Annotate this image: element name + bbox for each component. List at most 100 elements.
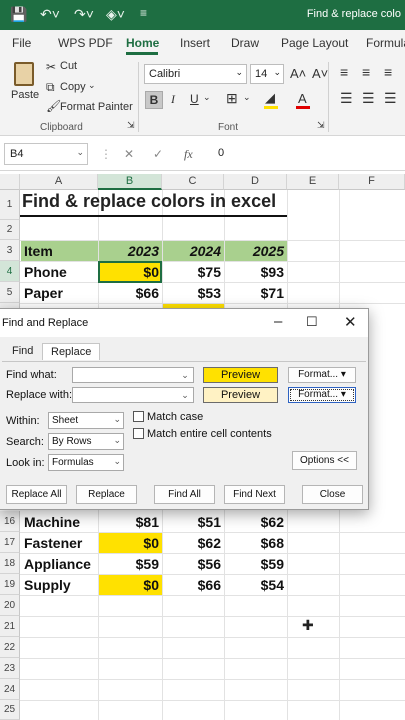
table-cell[interactable]: $62 <box>225 512 287 532</box>
tab-insert[interactable]: Insert <box>180 36 210 50</box>
customize-icon[interactable]: ≡ <box>140 6 147 20</box>
maximize-icon[interactable]: ☐ <box>306 314 318 330</box>
underline-button[interactable]: U <box>190 92 199 106</box>
cancel-icon[interactable]: ✕ <box>124 147 134 161</box>
format-painter-icon[interactable]: 🖌 <box>46 99 61 113</box>
tab-file[interactable]: File <box>12 36 31 50</box>
chevron-down-icon[interactable]: ⌄ <box>203 92 211 103</box>
name-box[interactable]: B4 ⌄ <box>4 143 88 165</box>
table-cell[interactable]: Machine <box>21 512 98 532</box>
sensitivity-icon[interactable]: ◈˅ <box>106 6 125 23</box>
table-cell[interactable]: Fastener <box>21 533 98 553</box>
font-name-box[interactable]: Calibri ⌄ <box>144 64 247 84</box>
row-header-23[interactable]: 23 <box>0 658 20 679</box>
align-middle-icon[interactable]: ≡ <box>362 64 370 80</box>
column-header-e[interactable]: E <box>287 174 339 190</box>
row-header-1[interactable]: 1 <box>0 190 20 220</box>
bold-button[interactable]: B <box>145 91 163 109</box>
insert-function-icon[interactable]: fx <box>184 147 193 162</box>
close-icon[interactable]: ✕ <box>344 313 357 331</box>
align-left-icon[interactable]: ☰ <box>340 90 353 107</box>
table-cell[interactable]: $66 <box>99 283 162 303</box>
font-launcher-icon[interactable]: ⇲ <box>317 120 325 131</box>
table-cell[interactable]: $0 <box>99 533 162 553</box>
tab-formulas[interactable]: Formula <box>366 36 405 50</box>
cut-icon[interactable]: ✂ <box>46 60 56 74</box>
tab-find[interactable]: Find <box>4 343 41 359</box>
enter-icon[interactable]: ✓ <box>153 147 163 161</box>
align-center-icon[interactable]: ☰ <box>362 90 375 107</box>
column-header-f[interactable]: F <box>339 174 405 190</box>
format-painter-button[interactable]: Format Painter <box>60 101 133 113</box>
tab-home[interactable]: Home <box>126 36 159 50</box>
find-what-input[interactable] <box>72 367 194 383</box>
search-select[interactable]: By Rows ⌄ <box>48 433 124 450</box>
paste-button[interactable]: Paste <box>11 89 39 101</box>
row-header-3[interactable]: 3 <box>0 240 20 261</box>
table-cell[interactable]: $56 <box>163 554 224 574</box>
chevron-down-icon[interactable]: ⌄ <box>178 368 192 382</box>
clipboard-launcher-icon[interactable]: ⇲ <box>127 120 135 131</box>
find-all-button[interactable]: Find All <box>154 485 215 504</box>
minimize-icon[interactable]: – <box>274 313 282 330</box>
table-cell[interactable]: Appliance <box>21 554 98 574</box>
row-header-17[interactable]: 17 <box>0 532 20 553</box>
column-header-a[interactable]: A <box>20 174 98 190</box>
tab-draw[interactable]: Draw <box>231 36 259 50</box>
tab-page-layout[interactable]: Page Layout <box>281 36 348 50</box>
replace-all-button[interactable]: Replace All <box>6 485 67 504</box>
table-cell[interactable]: $68 <box>225 533 287 553</box>
table-cell[interactable]: $59 <box>225 554 287 574</box>
shrink-font-button[interactable]: A˅ <box>312 66 328 81</box>
copy-icon[interactable]: ⧉ <box>46 80 55 95</box>
row-header-2[interactable]: 2 <box>0 220 20 240</box>
match-entire-checkbox[interactable] <box>133 428 144 439</box>
table-cell[interactable]: Supply <box>21 575 98 595</box>
align-top-icon[interactable]: ≡ <box>340 64 348 80</box>
row-header-19[interactable]: 19 <box>0 574 20 595</box>
table-cell[interactable]: $71 <box>225 283 287 303</box>
font-color-button[interactable]: A <box>298 91 307 106</box>
header-2023-cell[interactable]: 2023 <box>99 241 162 261</box>
table-cell[interactable]: Phone <box>21 262 98 282</box>
copy-button[interactable]: Copy <box>60 81 86 93</box>
tab-replace[interactable]: Replace <box>42 343 101 360</box>
column-header-b[interactable]: B <box>98 174 162 190</box>
table-cell[interactable]: $75 <box>163 262 224 282</box>
row-header-16[interactable]: 16 <box>0 511 20 532</box>
tab-wps-pdf[interactable]: WPS PDF <box>58 36 113 50</box>
table-cell[interactable]: $62 <box>163 533 224 553</box>
close-button[interactable]: Close <box>302 485 363 504</box>
cut-button[interactable]: Cut <box>60 60 77 72</box>
table-cell[interactable]: Paper <box>21 283 98 303</box>
row-header-21[interactable]: 21 <box>0 616 20 637</box>
formula-input[interactable]: 0 <box>218 147 224 159</box>
redo-icon[interactable]: ↷˅ <box>74 6 94 23</box>
table-cell[interactable]: $93 <box>225 262 287 282</box>
align-bottom-icon[interactable]: ≡ <box>384 64 392 80</box>
chevron-down-icon[interactable]: ⌄ <box>243 92 251 103</box>
table-cell[interactable]: $59 <box>99 554 162 574</box>
row-header-24[interactable]: 24 <box>0 679 20 700</box>
borders-icon[interactable]: ⊞ <box>226 90 238 107</box>
row-header-25[interactable]: 25 <box>0 700 20 720</box>
copy-dropdown-icon[interactable]: ⌄ <box>88 80 96 91</box>
find-next-button[interactable]: Find Next <box>224 485 285 504</box>
grow-font-button[interactable]: A˄ <box>290 66 306 81</box>
column-header-d[interactable]: D <box>224 174 287 190</box>
look-in-select[interactable]: Formulas ⌄ <box>48 454 124 471</box>
table-cell[interactable]: $53 <box>163 283 224 303</box>
select-all-corner[interactable] <box>0 174 20 190</box>
row-header-5[interactable]: 5 <box>0 282 20 303</box>
options-button[interactable]: Options << <box>292 451 357 470</box>
replace-button[interactable]: Replace <box>76 485 137 504</box>
column-header-c[interactable]: C <box>162 174 224 190</box>
row-header-4[interactable]: 4 <box>0 261 20 282</box>
table-cell[interactable]: $51 <box>163 512 224 532</box>
chevron-down-icon[interactable]: ⌄ <box>178 388 192 402</box>
match-case-checkbox[interactable] <box>133 411 144 422</box>
row-header-22[interactable]: 22 <box>0 637 20 658</box>
table-cell[interactable]: $54 <box>225 575 287 595</box>
save-icon[interactable]: 💾 <box>10 6 27 23</box>
dialog-title-bar[interactable]: Find and Replace – ☐ ✕ <box>0 309 368 337</box>
